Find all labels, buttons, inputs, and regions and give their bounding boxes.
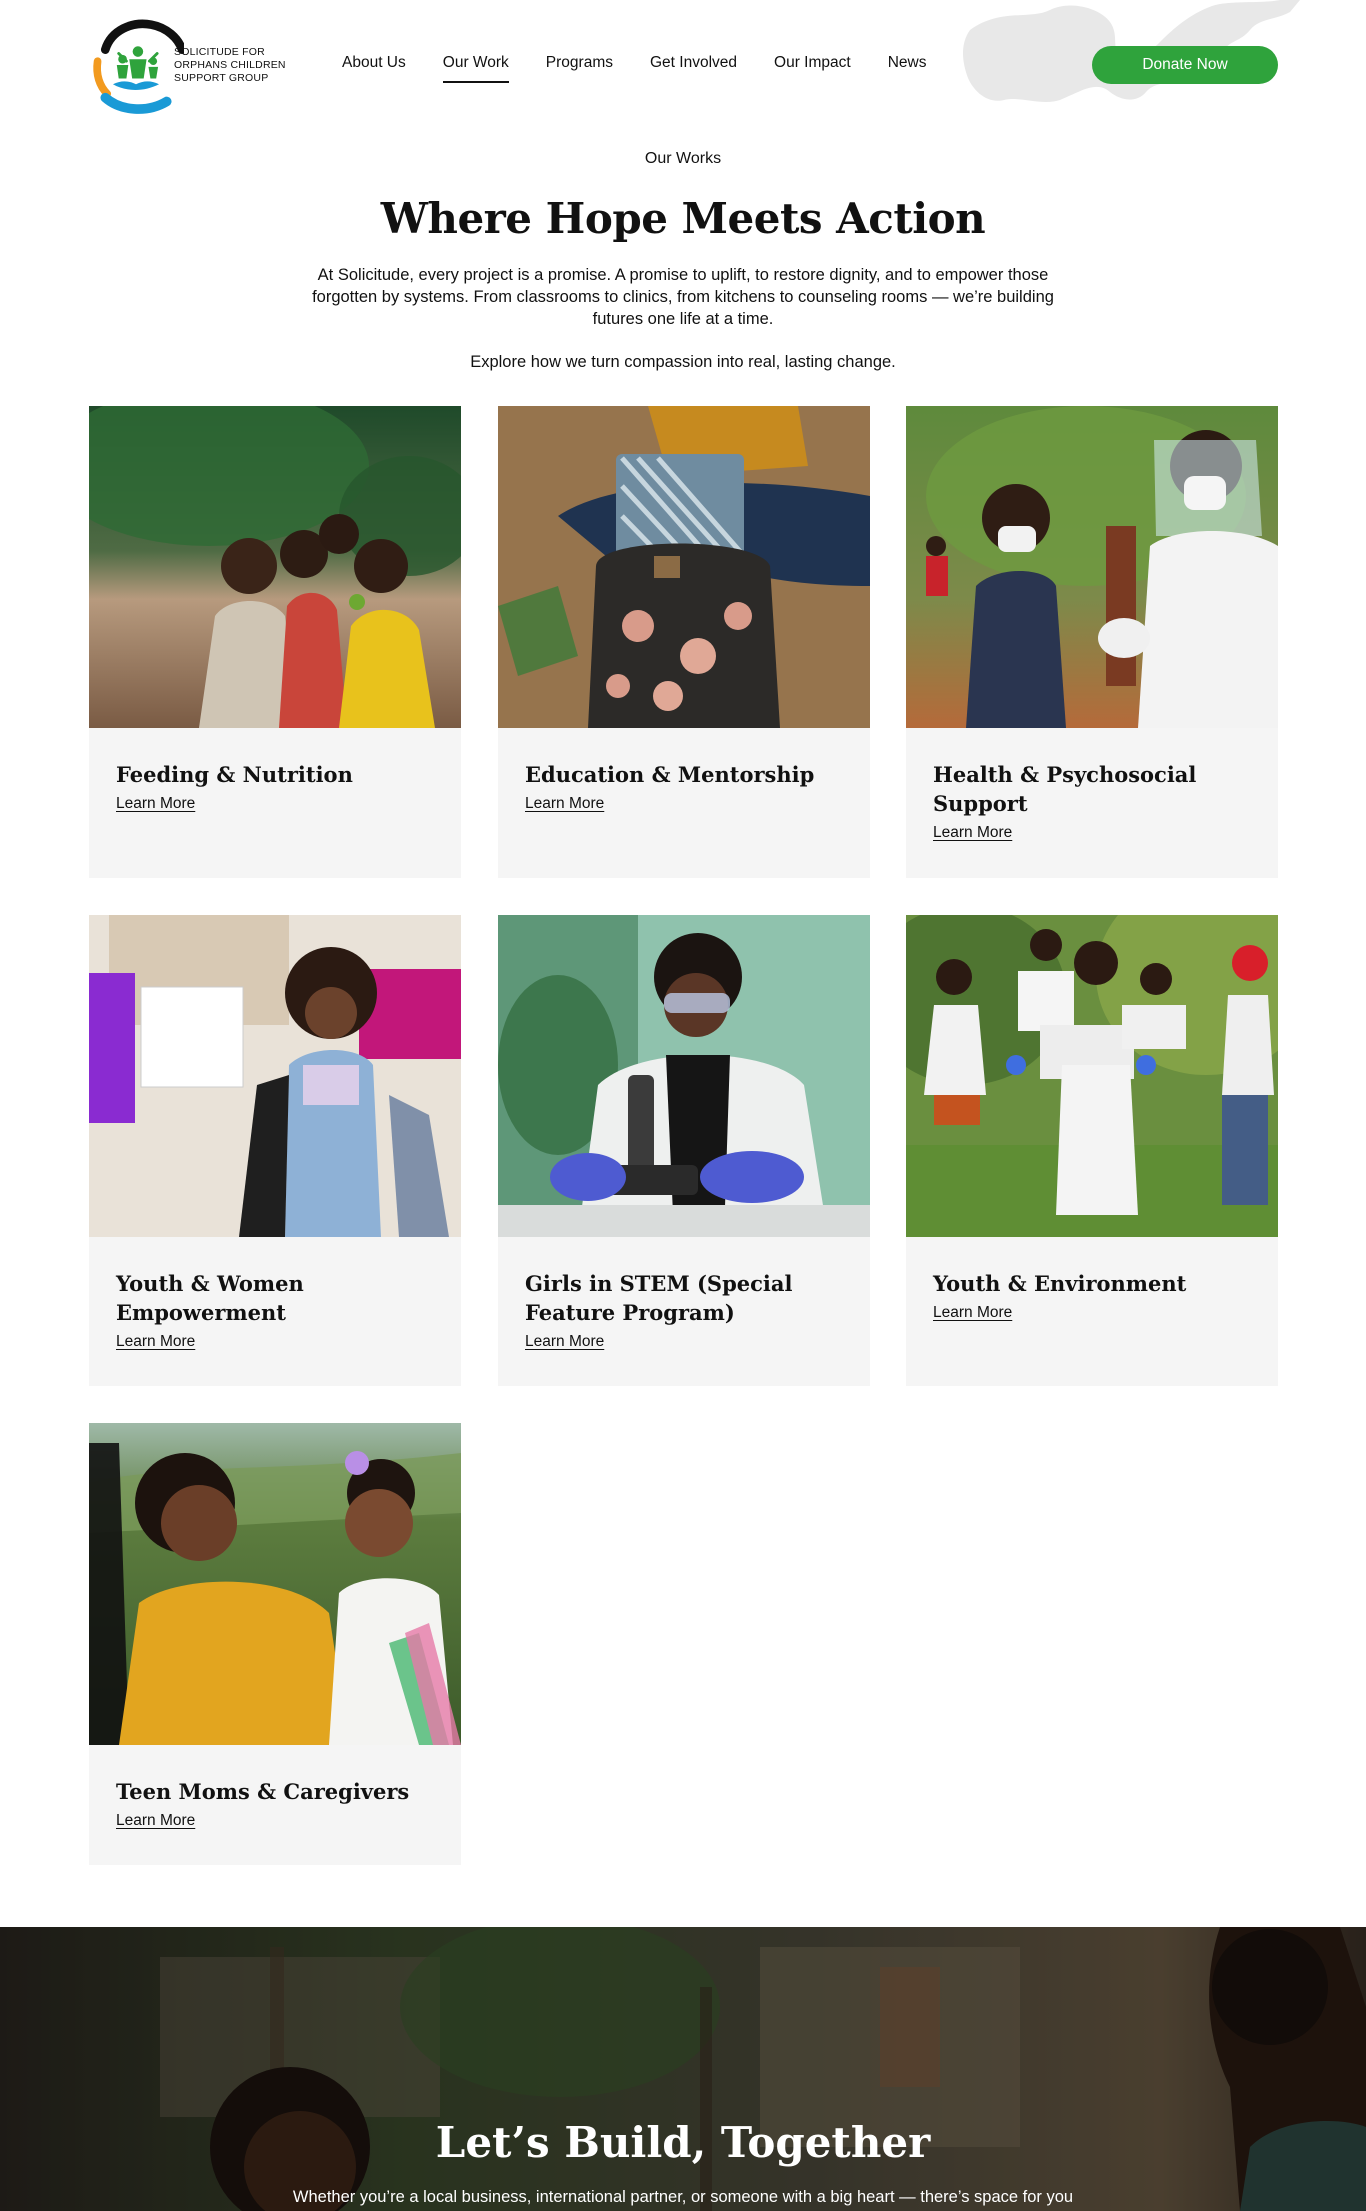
card-title: Health & Psychosocial Support: [933, 762, 1197, 816]
cta-title: Let’s Build, Together: [435, 2118, 931, 2167]
women-rally-photo: [89, 915, 461, 1237]
card-body: Health & Psychosocial Support Learn More: [906, 728, 1278, 842]
nav-news[interactable]: News: [888, 54, 927, 84]
learn-more-link[interactable]: Learn More: [116, 795, 195, 813]
learn-more-link[interactable]: Learn More: [525, 1333, 604, 1351]
unity-signs-photo: [906, 915, 1278, 1237]
main-nav: About Us Our Work Programs Get Involved …: [342, 54, 963, 84]
cta-background-photo: [0, 1927, 1366, 2211]
nav-get-involved[interactable]: Get Involved: [650, 54, 737, 84]
card-title: Youth & Environment: [933, 1271, 1187, 1296]
card-body: Teen Moms & Caregivers Learn More: [89, 1745, 461, 1830]
intro-explore-text: Explore how we turn compassion into real…: [470, 353, 896, 371]
card-body: Girls in STEM (Special Feature Program) …: [498, 1237, 870, 1351]
learn-more-link[interactable]: Learn More: [933, 824, 1012, 842]
program-card-feeding: Feeding & Nutrition Learn More: [89, 406, 461, 878]
card-body: Youth & Environment Learn More: [906, 1237, 1278, 1322]
card-title: Education & Mentorship: [525, 762, 815, 787]
intro-section: Our Works Where Hope Meets Action At Sol…: [0, 150, 1366, 373]
children-eating-photo: [89, 406, 461, 728]
program-card-health: Health & Psychosocial Support Learn More: [906, 406, 1278, 878]
program-card-youth-women: Youth & Women Empowerment Learn More: [89, 915, 461, 1386]
cta-section: Let’s Build, Together Whether you’re a l…: [0, 1927, 1366, 2211]
logo-emblem-icon: [93, 19, 184, 114]
card-title: Feeding & Nutrition: [116, 762, 353, 787]
card-title: Teen Moms & Caregivers: [116, 1779, 410, 1804]
learn-more-link[interactable]: Learn More: [933, 1304, 1012, 1322]
nav-programs[interactable]: Programs: [546, 54, 613, 84]
learn-more-link[interactable]: Learn More: [116, 1333, 195, 1351]
program-card-teen-moms: Teen Moms & Caregivers Learn More: [89, 1423, 461, 1865]
page-headline: Where Hope Meets Action: [380, 194, 986, 243]
card-body: Education & Mentorship Learn More: [498, 728, 870, 813]
site-logo[interactable]: Solicitude for Orphans Children Support …: [88, 14, 308, 116]
mother-and-baby-photo: [89, 1423, 461, 1745]
cta-text: Whether you’re a local business, interna…: [292, 2188, 1074, 2206]
card-body: Youth & Women Empowerment Learn More: [89, 1237, 461, 1351]
donate-now-button[interactable]: Donate Now: [1092, 46, 1278, 84]
card-title: Girls in STEM (Special Feature Program): [525, 1271, 793, 1325]
nav-about-us[interactable]: About Us: [342, 54, 406, 84]
school-backpack-photo: [498, 406, 870, 728]
child-vaccination-photo: [906, 406, 1278, 728]
program-card-girls-stem: Girls in STEM (Special Feature Program) …: [498, 915, 870, 1386]
program-card-youth-environment: Youth & Environment Learn More: [906, 915, 1278, 1386]
nav-our-work[interactable]: Our Work: [442, 54, 509, 83]
microscope-scientist-photo: [498, 915, 870, 1237]
learn-more-link[interactable]: Learn More: [525, 795, 604, 813]
intro-paragraph: At Solicitude, every project is a promis…: [312, 266, 1054, 328]
section-eyebrow: Our Works: [644, 150, 722, 167]
program-card-education: Education & Mentorship Learn More: [498, 406, 870, 878]
site-header: Solicitude for Orphans Children Support …: [0, 0, 1366, 132]
learn-more-link[interactable]: Learn More: [116, 1812, 195, 1830]
logo-wordmark: Solicitude for Orphans Children Support …: [174, 45, 286, 84]
nav-our-impact[interactable]: Our Impact: [774, 54, 851, 84]
card-body: Feeding & Nutrition Learn More: [89, 728, 461, 813]
card-title: Youth & Women Empowerment: [116, 1271, 304, 1325]
